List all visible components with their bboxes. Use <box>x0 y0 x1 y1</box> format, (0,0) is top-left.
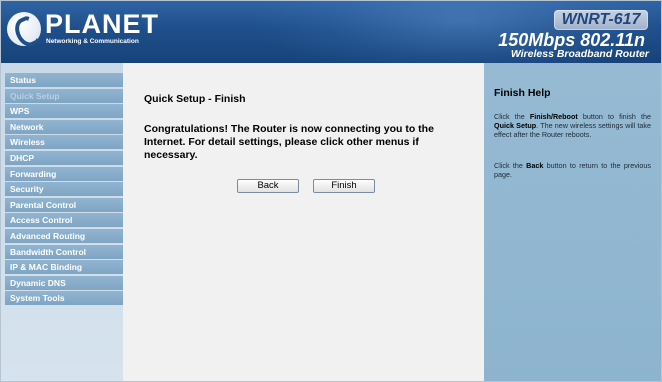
sidebar-item-wps[interactable]: WPS <box>5 104 123 119</box>
product-name: Wireless Broadband Router <box>510 48 649 60</box>
page-title: Quick Setup - Finish <box>144 93 246 105</box>
sidebar-menu: Status Quick Setup WPS Network Wireless … <box>5 73 123 307</box>
planet-logo: PLANET Networking & Communication <box>7 9 187 52</box>
planet-logo-icon <box>7 12 41 46</box>
sidebar-item-security[interactable]: Security <box>5 182 123 197</box>
help-panel: Finish Help Click the Finish/Reboot butt… <box>484 63 661 381</box>
help-text: button to finish the <box>577 112 651 121</box>
finish-message: Congratulations! The Router is now conne… <box>144 123 434 161</box>
router-admin-window: PLANET Networking & Communication WNRT-6… <box>0 0 662 382</box>
sidebar-item-status[interactable]: Status <box>5 73 123 87</box>
help-paragraph-back: Click the Back button to return to the p… <box>494 161 651 179</box>
main-content: Quick Setup - Finish Congratulations! Th… <box>123 63 484 381</box>
model-name: WNRT-617 <box>561 11 641 28</box>
sidebar-item-dhcp[interactable]: DHCP <box>5 150 123 165</box>
brand-name: PLANET <box>45 9 159 39</box>
help-keyword-finish-reboot: Finish/Reboot <box>529 112 578 121</box>
sidebar-item-quick-setup[interactable]: Quick Setup <box>5 88 123 103</box>
help-keyword-back: Back <box>526 161 544 170</box>
sidebar-item-forwarding[interactable]: Forwarding <box>5 166 123 181</box>
help-text: Click the <box>494 161 527 170</box>
back-button[interactable]: Back <box>237 179 299 193</box>
sidebar-item-bandwidth-control[interactable]: Bandwidth Control <box>5 244 123 259</box>
brand-tagline: Networking & Communication <box>46 38 139 45</box>
sidebar-item-wireless[interactable]: Wireless <box>5 135 123 150</box>
sidebar: Status Quick Setup WPS Network Wireless … <box>1 63 123 381</box>
sidebar-item-ip-mac-binding[interactable]: IP & MAC Binding <box>5 260 123 275</box>
sidebar-item-system-tools[interactable]: System Tools <box>5 291 123 306</box>
help-keyword-quick-setup: Quick Setup <box>494 121 537 130</box>
sidebar-item-parental-control[interactable]: Parental Control <box>5 197 123 212</box>
model-badge: WNRT-617 <box>554 10 648 30</box>
sidebar-item-advanced-routing[interactable]: Advanced Routing <box>5 228 123 243</box>
header-banner: PLANET Networking & Communication WNRT-6… <box>1 1 661 63</box>
help-title: Finish Help <box>494 87 551 99</box>
sidebar-item-access-control[interactable]: Access Control <box>5 213 123 228</box>
sidebar-item-network[interactable]: Network <box>5 119 123 134</box>
help-paragraph-finish: Click the Finish/Reboot button to finish… <box>494 112 651 139</box>
help-text: Click the <box>494 112 530 121</box>
finish-button[interactable]: Finish <box>313 179 375 193</box>
sidebar-item-dynamic-dns[interactable]: Dynamic DNS <box>5 275 123 290</box>
